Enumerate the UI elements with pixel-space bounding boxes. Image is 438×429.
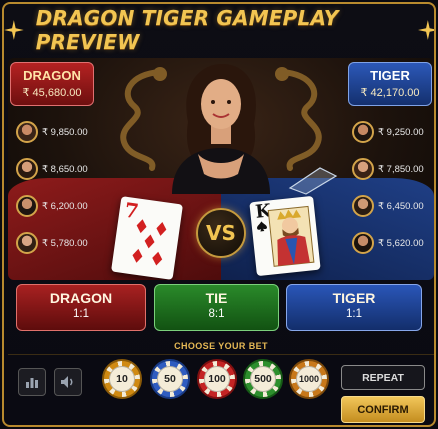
game-stage: DRAGON ₹ 45,680.00 ₹ 9,850.00 ₹ 8,650.00… [8, 58, 434, 280]
chip-100[interactable]: 100 [197, 359, 237, 399]
player-row: ₹ 5,780.00 [10, 232, 94, 254]
player-row: ₹ 9,250.00 [348, 121, 432, 143]
chip-1000[interactable]: 1000 [289, 359, 329, 399]
bet-zone-odds: 1:1 [346, 308, 362, 320]
player-row: ₹ 5,620.00 [348, 232, 432, 254]
speaker-icon [61, 376, 73, 388]
bet-zone-label: TIGER [332, 290, 376, 306]
diamond-suit-icon [132, 219, 167, 266]
bet-zones: DRAGON 1:1 TIE 8:1 TIGER 1:1 [16, 284, 422, 331]
sparkle-icon [4, 20, 24, 40]
confirm-button[interactable]: CONFIRM [341, 396, 425, 423]
dragon-bets-panel: DRAGON ₹ 45,680.00 ₹ 9,850.00 ₹ 8,650.00… [10, 62, 94, 274]
chip-value: 100 [204, 366, 230, 392]
player-bet-amount: ₹ 6,200.00 [42, 200, 88, 212]
player-row: ₹ 6,200.00 [10, 195, 94, 217]
chip-value: 10 [109, 366, 135, 392]
avatar [16, 232, 38, 254]
chip-50[interactable]: 50 [150, 359, 190, 399]
player-bet-amount: ₹ 7,850.00 [378, 163, 424, 175]
versus-badge: VS [196, 208, 246, 258]
dealer-image [172, 64, 270, 194]
chip-value: 50 [157, 366, 183, 392]
bet-zone-label: DRAGON [49, 290, 113, 306]
player-row: ₹ 7,850.00 [348, 158, 432, 180]
chip-500[interactable]: 500 [243, 359, 283, 399]
bet-zone-odds: 8:1 [208, 308, 225, 320]
versus-label: VS [206, 221, 236, 245]
player-bet-amount: ₹ 8,650.00 [42, 163, 88, 175]
game-frame: DRAGON TIGER GAMEPLAY PREVIEW DRAGON ₹ 4… [2, 2, 436, 427]
bet-zone-label: TIE [205, 290, 228, 306]
king-figure-icon [267, 205, 315, 267]
bet-zone-tiger[interactable]: TIGER 1:1 [286, 284, 422, 331]
tiger-total-amount: ₹ 42,170.00 [360, 87, 420, 99]
tiger-total-header: TIGER ₹ 42,170.00 [348, 62, 432, 106]
stats-button[interactable] [18, 368, 46, 396]
header: DRAGON TIGER GAMEPLAY PREVIEW [4, 4, 434, 56]
bar-chart-icon [26, 378, 38, 388]
dragon-total-header: DRAGON ₹ 45,680.00 [10, 62, 94, 106]
bet-zone-odds: 1:1 [73, 308, 89, 320]
chip-value: 500 [250, 366, 276, 392]
player-row: ₹ 6,450.00 [348, 195, 432, 217]
avatar [352, 121, 374, 143]
chip-10[interactable]: 10 [102, 359, 142, 399]
spade-suit-icon [257, 221, 267, 232]
choose-bet-label: CHOOSE YOUR BET [174, 341, 268, 351]
repeat-button[interactable]: REPEAT [341, 365, 425, 390]
avatar [352, 232, 374, 254]
player-bet-amount: ₹ 9,250.00 [378, 126, 424, 138]
bet-zone-tie[interactable]: TIE 8:1 [154, 284, 279, 331]
avatar [352, 195, 374, 217]
player-bet-amount: ₹ 9,850.00 [42, 126, 88, 138]
dragon-total-amount: ₹ 45,680.00 [22, 87, 82, 99]
chip-value: 1000 [296, 366, 322, 392]
player-bet-amount: ₹ 5,780.00 [42, 237, 88, 249]
bet-zone-dragon[interactable]: DRAGON 1:1 [16, 284, 146, 331]
tiger-title: TIGER [370, 68, 410, 83]
card-shoe-icon [288, 167, 338, 195]
avatar [16, 158, 38, 180]
sparkle-icon [418, 20, 434, 40]
tiger-bets-panel: TIGER ₹ 42,170.00 ₹ 9,250.00 ₹ 7,850.00 … [348, 62, 432, 274]
avatar [352, 158, 374, 180]
dragon-title: DRAGON [23, 68, 81, 83]
sound-button[interactable] [54, 368, 82, 396]
player-row: ₹ 8,650.00 [10, 158, 94, 180]
player-bet-amount: ₹ 6,450.00 [378, 200, 424, 212]
dragon-card: 7 [111, 196, 183, 280]
tiger-card: K [249, 195, 321, 277]
avatar [16, 121, 38, 143]
page-title: DRAGON TIGER GAMEPLAY PREVIEW [35, 6, 339, 54]
player-row: ₹ 9,850.00 [10, 121, 94, 143]
avatar [16, 195, 38, 217]
player-bet-amount: ₹ 5,620.00 [378, 237, 424, 249]
